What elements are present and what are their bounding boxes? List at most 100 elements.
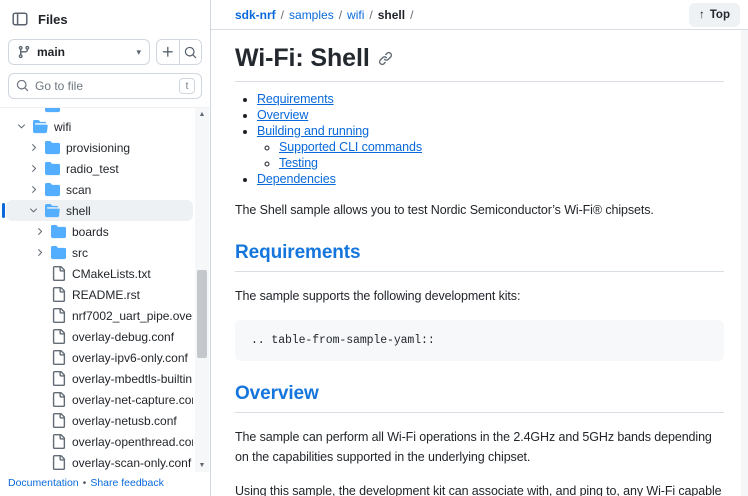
tree-item-src[interactable]: src: [6, 242, 193, 263]
scroll-down-icon[interactable]: ▼: [195, 459, 209, 472]
tree-item-label: overlay-debug.conf: [72, 329, 175, 344]
breadcrumb-separator: /: [280, 7, 285, 22]
breadcrumb-wifi-link[interactable]: wifi: [347, 8, 364, 22]
shortcut-key-badge: t: [179, 78, 195, 94]
table-of-contents: Requirements Overview Building and runni…: [235, 92, 724, 186]
toc-link-testing[interactable]: Testing: [279, 156, 318, 170]
tree-item-label: overlay-openthread.conf: [72, 434, 193, 449]
chevron-down-icon: ▾: [136, 46, 141, 57]
tree-item-label: shell: [66, 203, 91, 218]
sidebar-scrollbar[interactable]: ▲ ▼: [195, 108, 209, 472]
tree-item-readme-rst[interactable]: README.rst: [6, 284, 193, 305]
folder-icon: [45, 182, 61, 197]
chevron-down-icon: [26, 205, 40, 216]
files-header: Files: [0, 0, 210, 35]
tree-item-label: boards: [72, 224, 109, 239]
toc-link-overview[interactable]: Overview: [257, 108, 308, 122]
scrollbar-thumb[interactable]: [197, 270, 207, 358]
folder-icon: [51, 224, 67, 239]
breadcrumb-separator: /: [369, 7, 373, 22]
tree-item-shell[interactable]: shell: [2, 200, 193, 221]
tree-item-label: overlay-ipv6-only.conf: [72, 350, 188, 365]
toc-link-supported-cli-commands[interactable]: Supported CLI commands: [279, 140, 422, 154]
toc-item: Requirements: [257, 92, 724, 106]
documentation-link[interactable]: Documentation: [8, 477, 79, 489]
tree-item-partial[interactable]: [6, 108, 193, 116]
file-tree-container: wifi provisioning radio_test scan shell …: [0, 107, 210, 472]
sidebar-footer: Documentation • Share feedback: [0, 472, 210, 496]
tree-item-overlay-openthread-conf[interactable]: overlay-openthread.conf: [6, 431, 193, 452]
toc-item: Overview: [257, 108, 724, 122]
tree-item-overlay-ipv6-only-conf[interactable]: overlay-ipv6-only.conf: [6, 347, 193, 368]
tree-item-cmakelists-txt[interactable]: CMakeLists.txt: [6, 263, 193, 284]
file-icon: [51, 392, 67, 407]
file-tree: wifi provisioning radio_test scan shell …: [0, 108, 193, 472]
toc-item: Supported CLI commands: [279, 140, 724, 154]
branch-name: main: [37, 45, 66, 59]
title-divider: [235, 81, 724, 82]
tree-item-overlay-net-capture-conf[interactable]: overlay-net-capture.conf: [6, 389, 193, 410]
tree-item-overlay-mbedtls-builtin-conf[interactable]: overlay-mbedtls-builtin.conf: [6, 368, 193, 389]
tree-item-scan[interactable]: scan: [6, 179, 193, 200]
file-icon: [51, 434, 67, 449]
tree-item-provisioning[interactable]: provisioning: [6, 137, 193, 158]
chevron-down-icon: [14, 121, 28, 132]
collapse-sidebar-icon[interactable]: [12, 11, 28, 27]
toc-sublist: Supported CLI commands Testing: [257, 140, 724, 170]
sidebar-controls: main ▾: [0, 35, 210, 71]
tree-item-label: CMakeLists.txt: [72, 266, 151, 281]
up-arrow-icon: ↑: [699, 8, 705, 21]
anchor-link-icon[interactable]: [378, 51, 393, 66]
toc-link-requirements[interactable]: Requirements: [257, 92, 334, 106]
folder-icon: [51, 245, 67, 260]
tree-item-radio-test[interactable]: radio_test: [6, 158, 193, 179]
folder-icon: [45, 161, 61, 176]
files-title: Files: [38, 11, 68, 27]
code-block[interactable]: .. table-from-sample-yaml::: [235, 320, 724, 361]
tree-actions: [156, 39, 202, 65]
tree-item-overlay-debug-conf[interactable]: overlay-debug.conf: [6, 326, 193, 347]
intro-paragraph: The Shell sample allows you to test Nord…: [235, 203, 654, 217]
toc-link-dependencies[interactable]: Dependencies: [257, 172, 336, 186]
chevron-right-icon: [26, 163, 40, 174]
folder-open-icon: [45, 203, 61, 218]
add-file-button[interactable]: [157, 40, 179, 64]
chevron-right-icon: [26, 142, 40, 153]
folder-icon: [45, 140, 61, 155]
go-to-file: t: [8, 73, 202, 99]
tree-item-overlay-netusb-conf[interactable]: overlay-netusb.conf: [6, 410, 193, 431]
tree-item-label: provisioning: [66, 140, 131, 155]
section-heading-requirements: Requirements: [235, 242, 724, 272]
section-heading-overview: Overview: [235, 383, 724, 413]
toc-link-building-and-running[interactable]: Building and running: [257, 124, 369, 138]
requirements-paragraph: The sample supports the following develo…: [235, 289, 521, 303]
tree-item-overlay-scan-only-conf[interactable]: overlay-scan-only.conf: [6, 452, 193, 472]
breadcrumb-samples-link[interactable]: samples: [289, 8, 334, 22]
page-scroll-gutter[interactable]: [741, 30, 748, 496]
tree-item-wifi[interactable]: wifi: [6, 116, 193, 137]
overview-paragraph-2: Using this sample, the development kit c…: [235, 484, 722, 496]
file-icon: [51, 371, 67, 386]
tree-item-label: scan: [66, 182, 92, 197]
branch-selector[interactable]: main ▾: [8, 39, 150, 65]
git-branch-icon: [17, 45, 31, 59]
breadcrumb-repo-link[interactable]: sdk-nrf: [235, 8, 276, 22]
file-icon: [51, 413, 67, 428]
plus-icon: [162, 46, 173, 57]
scroll-up-icon[interactable]: ▲: [195, 108, 209, 121]
search-code-button[interactable]: [179, 40, 201, 64]
breadcrumb: sdk-nrf / samples / wifi / shell /: [235, 8, 413, 22]
footer-separator: •: [82, 477, 87, 489]
tree-item-boards[interactable]: boards: [6, 221, 193, 242]
breadcrumb-current: shell: [377, 7, 406, 22]
tree-item-label: README.rst: [72, 287, 141, 302]
page-title: Wi-Fi: Shell: [235, 44, 724, 73]
scroll-to-top-button[interactable]: ↑ Top: [689, 2, 740, 27]
go-to-file-input[interactable]: [8, 73, 202, 99]
toc-item: Dependencies: [257, 172, 724, 186]
top-button-label: Top: [709, 8, 730, 21]
tree-item-nrf7002-uart-pipe-overlay[interactable]: nrf7002_uart_pipe.overlay: [6, 305, 193, 326]
app-window: Files main ▾ Go to file t wifi provision…: [0, 0, 748, 496]
tree-item-label: overlay-netusb.conf: [72, 413, 177, 428]
share-feedback-link[interactable]: Share feedback: [90, 477, 164, 489]
